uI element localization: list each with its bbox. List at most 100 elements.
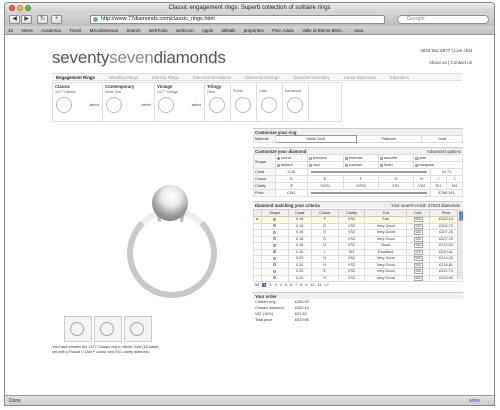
page-link[interactable]: >> xyxy=(325,283,329,287)
nav-eternity-rings[interactable]: Eternity Rings xyxy=(148,74,183,80)
shape-option[interactable]: marquise xyxy=(412,161,464,169)
shape-option[interactable]: princess xyxy=(306,154,344,162)
bookmark-item[interactable]: casa xyxy=(354,28,364,33)
category-barcelona[interactable]: Barcelona xyxy=(283,83,309,121)
bookmark-item[interactable]: Search xyxy=(126,28,140,33)
clarity-option[interactable]: VVS1 xyxy=(306,182,344,190)
select-link[interactable]: select xyxy=(142,103,151,107)
clarity-option[interactable]: VVS2 xyxy=(342,182,379,190)
minimize-button[interactable] xyxy=(17,5,23,11)
colour-option[interactable]: D xyxy=(275,175,308,183)
bookmark-item[interactable]: webCom xyxy=(176,28,194,33)
category-vintage[interactable]: Vintage 1477 Vintage select xyxy=(155,83,205,121)
page-link[interactable]: 7 xyxy=(295,283,297,287)
shape-option[interactable]: radiant xyxy=(275,161,308,169)
col-header[interactable]: Cut xyxy=(364,209,408,217)
bookmark-item[interactable]: JS xyxy=(8,28,13,33)
carat-min[interactable]: 0.18 xyxy=(275,168,308,176)
zoom-button[interactable] xyxy=(25,5,31,11)
material-option[interactable]: Gold xyxy=(421,135,463,143)
page-link[interactable]: 9 xyxy=(305,283,307,287)
bookmark-item[interactable]: properties xyxy=(244,28,264,33)
colour-option[interactable]: F xyxy=(342,175,379,183)
certificate-link[interactable]: GIA xyxy=(413,269,423,274)
category-classic[interactable]: Classic 1477 Classic select xyxy=(53,83,103,121)
nav-diamond-jewellery[interactable]: Diamond Jewellery xyxy=(289,74,333,80)
col-header[interactable]: Colour xyxy=(310,209,339,217)
colour-option[interactable]: G xyxy=(377,175,414,183)
reload-button[interactable]: ↻ xyxy=(37,15,48,24)
colour-option[interactable]: J xyxy=(445,175,464,183)
certificate-link[interactable]: GIA xyxy=(413,256,423,261)
forward-button[interactable]: ▶ xyxy=(21,15,32,24)
material-option[interactable]: White Gold xyxy=(275,135,357,143)
bookmark-item[interactable]: Valle di Blenio Bleni... xyxy=(302,28,345,33)
clarity-option[interactable]: VS1 xyxy=(377,182,414,190)
col-header[interactable]: Clarity xyxy=(337,209,366,217)
page-size-select[interactable]: 50 xyxy=(255,283,259,287)
bookmark-item[interactable]: Academia xyxy=(41,28,61,33)
page-link[interactable]: 3 xyxy=(274,283,276,287)
bookmark-item[interactable]: webTools xyxy=(149,28,168,33)
nav-diamond-earrings[interactable]: Diamond Earrings xyxy=(241,74,283,80)
address-bar[interactable]: http://www.77diamonds.com/classic_rings.… xyxy=(90,15,385,24)
col-header[interactable]: Cert. xyxy=(406,209,431,217)
colour-option[interactable]: H xyxy=(412,175,431,183)
select-link[interactable]: select xyxy=(90,103,99,107)
scroll-knob[interactable] xyxy=(459,211,463,221)
page-link[interactable]: 8 xyxy=(300,283,302,287)
thumbnail[interactable] xyxy=(94,316,122,342)
nav-loose-diamonds[interactable]: Loose Diamonds xyxy=(340,74,380,80)
page-link[interactable]: 6 xyxy=(290,283,292,287)
clarity-option[interactable]: SI1 xyxy=(429,182,447,190)
colour-option[interactable]: E xyxy=(306,175,344,183)
table-row[interactable]: 0.20 H VS2 Very Good GIA £224.60 xyxy=(253,274,463,282)
bookmark-item[interactable]: talktalk xyxy=(222,28,236,33)
clarity-option[interactable]: IF xyxy=(275,182,308,190)
page-link[interactable]: 5 xyxy=(285,283,287,287)
colour-option[interactable]: I xyxy=(429,175,447,183)
shape-option[interactable]: pear xyxy=(412,154,464,162)
category-roma[interactable]: Roma xyxy=(231,83,257,121)
search-field[interactable]: Google xyxy=(397,15,489,24)
back-button[interactable]: ◀ xyxy=(9,15,20,24)
certificate-link[interactable]: GIA xyxy=(413,236,423,242)
page-link[interactable]: 1 xyxy=(262,283,267,287)
certificate-link[interactable]: GIA xyxy=(413,243,423,248)
page-link[interactable]: 2 xyxy=(269,283,271,287)
category-trilogy[interactable]: Trilogy Paris xyxy=(205,83,231,121)
close-button[interactable] xyxy=(9,5,15,11)
clarity-option[interactable]: SI2 xyxy=(445,182,464,190)
category-contemporary[interactable]: Contemporary North Star select xyxy=(103,83,155,121)
bookmark-item[interactable]: Miscellaneous xyxy=(90,28,119,33)
shape-option[interactable]: round xyxy=(275,154,308,162)
category-calm[interactable]: Calm xyxy=(257,83,283,121)
site-logo[interactable]: seventysevendiamonds xyxy=(52,48,226,68)
shape-option[interactable]: heart xyxy=(377,161,414,169)
row-select-indicator[interactable] xyxy=(253,274,262,282)
about-contact-links[interactable]: About us | Contact us xyxy=(429,60,472,65)
phone-live-chat[interactable]: 0844 561 6877 | Live chat xyxy=(420,48,472,53)
material-option[interactable]: Platinum xyxy=(355,135,423,143)
bookmark-item[interactable]: Parc Adula xyxy=(272,28,294,33)
page-link[interactable]: 11 xyxy=(318,283,322,287)
page-link[interactable]: 10 xyxy=(310,283,314,287)
shape-option[interactable]: emerald xyxy=(342,154,379,162)
price-min[interactable]: £181 xyxy=(275,189,308,197)
certificate-link[interactable]: GIA xyxy=(413,249,423,255)
thumbnail[interactable] xyxy=(124,316,152,342)
bookmark-item[interactable]: Apple xyxy=(202,28,214,33)
shape-option[interactable]: cushion xyxy=(342,161,379,169)
cert-cell[interactable]: GIA xyxy=(406,274,431,282)
nav-wedding-rings[interactable]: Wedding Rings xyxy=(105,74,142,80)
results-scrollbar[interactable] xyxy=(457,209,463,279)
shape-option[interactable]: oval xyxy=(306,161,344,169)
nav-diamond-necklaces[interactable]: Diamond Necklaces xyxy=(189,74,235,80)
carat-slider[interactable] xyxy=(306,168,431,176)
page-link[interactable]: 4 xyxy=(280,283,282,287)
certificate-link[interactable]: GIA xyxy=(413,217,423,222)
certificate-link[interactable]: GIA xyxy=(413,275,423,281)
nav-engagement-rings[interactable]: Engagement Rings xyxy=(52,74,99,80)
bookmark-item[interactable]: News xyxy=(22,28,33,33)
carat-max[interactable]: 10.71 xyxy=(429,168,464,176)
